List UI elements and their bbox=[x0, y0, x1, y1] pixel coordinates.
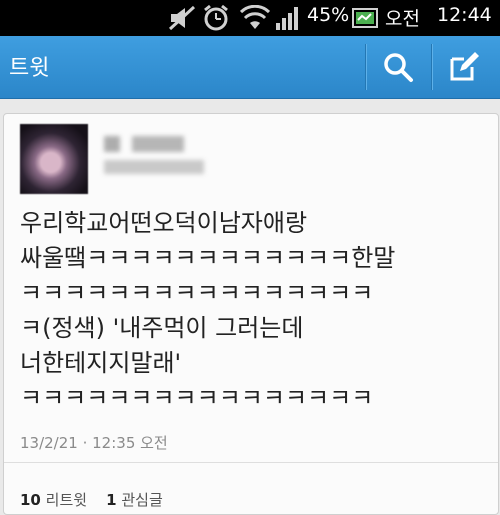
retweet-count[interactable]: 10 bbox=[20, 491, 41, 509]
favorite-count[interactable]: 1 bbox=[106, 491, 116, 509]
alarm-icon bbox=[202, 0, 230, 36]
mute-icon bbox=[168, 0, 196, 36]
battery-icon bbox=[352, 0, 378, 36]
retweet-label[interactable]: 리트윗 bbox=[46, 491, 87, 509]
divider bbox=[4, 462, 498, 463]
favorite-label[interactable]: 관심글 bbox=[121, 491, 162, 509]
tweet-card: 우리학교어떤오덕이남자애랑 싸울땤ㅋㅋㅋㅋㅋㅋㅋㅋㅋㅋㅋㅋ한말 ㅋㅋㅋㅋㅋㅋㅋㅋ… bbox=[3, 113, 499, 515]
battery-percent: 45% bbox=[307, 4, 350, 26]
tweet-text: 우리학교어떤오덕이남자애랑 싸울땤ㅋㅋㅋㅋㅋㅋㅋㅋㅋㅋㅋㅋ한말 ㅋㅋㅋㅋㅋㅋㅋㅋ… bbox=[20, 209, 396, 412]
page-title: 트윗 bbox=[9, 56, 50, 81]
compose-icon bbox=[450, 52, 479, 81]
status-ampm: 오전 bbox=[385, 8, 420, 30]
search-icon bbox=[384, 53, 413, 82]
blurred-user-handle bbox=[104, 160, 204, 174]
status-time: 12:44 bbox=[437, 4, 492, 26]
search-button[interactable] bbox=[367, 36, 429, 98]
action-bar: 트윗 bbox=[0, 36, 500, 99]
signal-icon bbox=[275, 0, 301, 36]
avatar[interactable] bbox=[20, 124, 88, 194]
status-bar: 45% 오전 12:44 bbox=[0, 0, 500, 36]
wifi-icon bbox=[240, 0, 270, 36]
blurred-user-name[interactable] bbox=[104, 136, 184, 152]
compose-button[interactable] bbox=[433, 36, 495, 98]
tweet-timestamp: 13/2/21 · 12:35 오전 bbox=[20, 434, 168, 452]
